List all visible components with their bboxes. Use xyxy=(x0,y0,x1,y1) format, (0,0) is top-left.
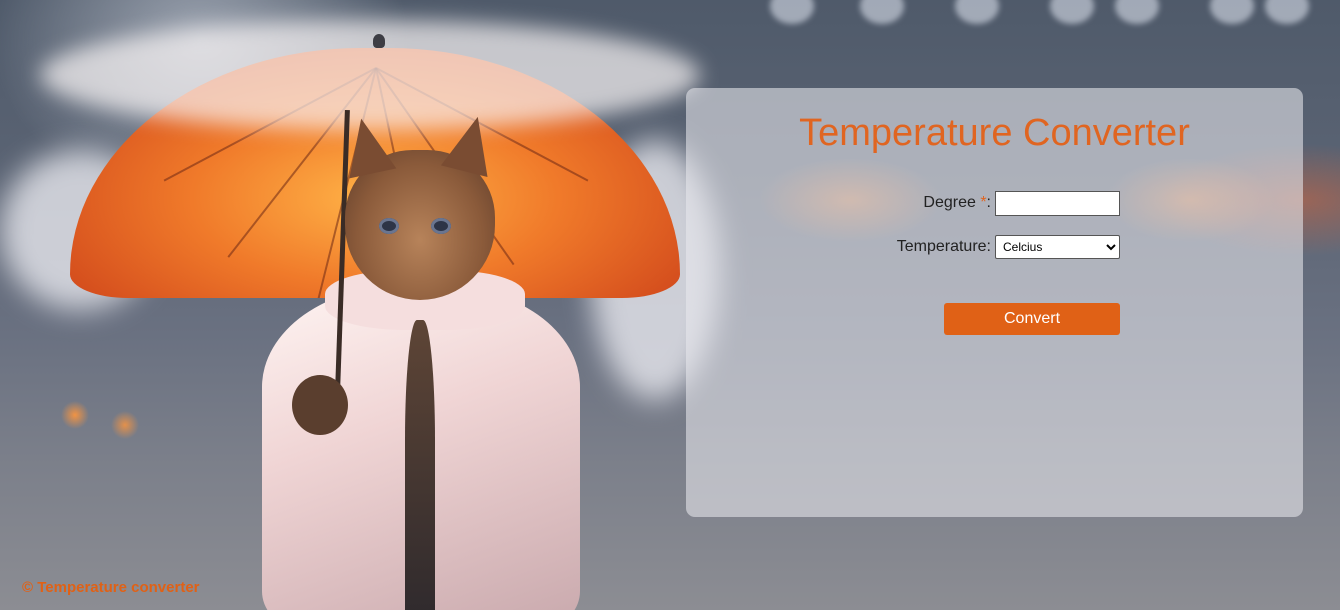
bokeh-light xyxy=(1050,0,1094,24)
degree-label: Degree *: xyxy=(923,194,991,212)
bokeh-light xyxy=(860,0,904,24)
cat-eye xyxy=(431,218,451,234)
cat-eye xyxy=(379,218,399,234)
page-title: Temperature Converter xyxy=(799,112,1190,154)
cat-head xyxy=(337,111,502,300)
temperature-unit-select[interactable]: Celcius xyxy=(995,235,1120,259)
bokeh-light xyxy=(1115,0,1159,24)
cat-paw xyxy=(292,375,348,435)
temperature-row: Temperature: Celcius xyxy=(686,234,1303,260)
coat-opening xyxy=(405,320,435,610)
footer-copyright: © Temperature converter xyxy=(22,579,200,596)
temperature-label: Temperature: xyxy=(896,238,991,255)
convert-button[interactable]: Convert xyxy=(944,303,1120,335)
umbrella-tip xyxy=(373,34,385,48)
snow-on-umbrella xyxy=(40,20,700,130)
degree-input[interactable] xyxy=(995,191,1120,216)
degree-row: Degree *: xyxy=(686,190,1303,216)
degree-label-colon: : xyxy=(986,194,991,211)
bokeh-light xyxy=(770,0,814,24)
bokeh-light xyxy=(1210,0,1254,24)
bokeh-light xyxy=(1265,0,1309,24)
degree-label-text: Degree xyxy=(923,194,981,211)
bokeh-light xyxy=(955,0,999,24)
converter-panel: Temperature Converter Degree *: Temperat… xyxy=(686,88,1303,517)
